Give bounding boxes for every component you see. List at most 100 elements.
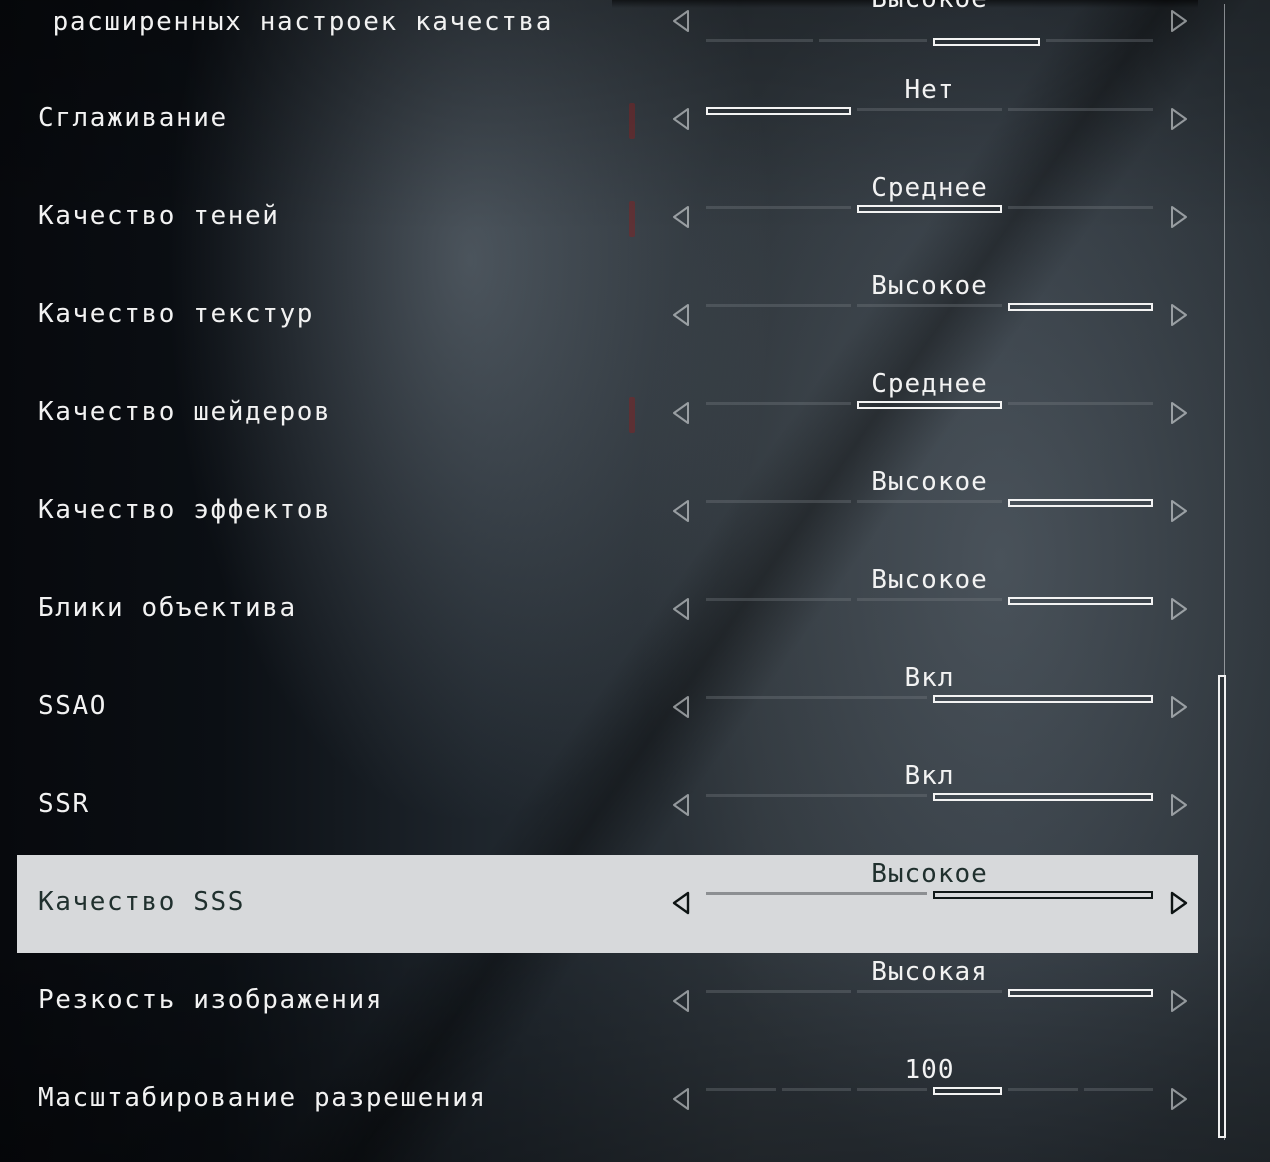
option-track	[706, 205, 1153, 213]
setting-value: Высокое	[871, 859, 988, 889]
setting-label: Качество теней	[38, 201, 280, 231]
option-segment	[706, 1088, 776, 1091]
triangle-right-icon[interactable]	[1167, 498, 1191, 524]
option-segment	[706, 39, 814, 42]
settings-list: Шаблон расширенных настроек качества Высо…	[0, 0, 1210, 1162]
option-segment	[1045, 39, 1153, 42]
option-segment	[706, 990, 851, 993]
option-segment	[781, 1088, 851, 1091]
option-segment	[857, 598, 1002, 601]
option-segment	[1008, 108, 1153, 111]
triangle-left-icon[interactable]	[669, 498, 693, 524]
option-segment	[706, 696, 927, 699]
option-segment	[1008, 1088, 1078, 1091]
setting-value: Среднее	[871, 173, 988, 203]
triangle-right-icon[interactable]	[1167, 792, 1191, 818]
triangle-left-icon[interactable]	[669, 400, 693, 426]
triangle-right-icon[interactable]	[1167, 106, 1191, 132]
triangle-left-icon[interactable]	[669, 106, 693, 132]
triangle-left-icon[interactable]	[669, 1086, 693, 1112]
setting-value: Высокое	[871, 271, 988, 301]
option-track	[706, 1087, 1153, 1095]
warning-icon	[629, 201, 635, 237]
option-segment	[1008, 206, 1153, 209]
setting-row[interactable]: Качество текстур Высокое	[17, 267, 1198, 365]
option-segment-selected	[932, 695, 1153, 703]
setting-label: SSAO	[38, 691, 108, 721]
option-track	[706, 499, 1153, 507]
warning-icon	[629, 103, 635, 139]
triangle-left-icon[interactable]	[669, 988, 693, 1014]
triangle-left-icon[interactable]	[669, 596, 693, 622]
setting-value: Вкл	[904, 761, 955, 791]
option-segment	[706, 598, 851, 601]
option-track	[706, 303, 1153, 311]
triangle-right-icon[interactable]	[1167, 204, 1191, 230]
scrollbar-thumb[interactable]	[1218, 675, 1226, 1138]
option-segment	[706, 500, 851, 503]
option-segment-selected	[857, 205, 1002, 213]
setting-row[interactable]: Шаблон расширенных настроек качества Высо…	[17, 0, 1198, 70]
setting-label: Блики объектива	[38, 593, 297, 623]
option-segment-selected	[857, 401, 1002, 409]
setting-row[interactable]: Блики объектива Высокое	[17, 561, 1198, 659]
setting-value: Высокая	[871, 957, 988, 987]
option-track	[706, 597, 1153, 605]
option-track	[706, 793, 1153, 801]
setting-label: Качество SSS	[38, 887, 246, 917]
setting-label: Качество шейдеров	[38, 397, 332, 427]
option-segment	[1008, 402, 1153, 405]
option-segment-selected	[932, 793, 1153, 801]
triangle-left-icon[interactable]	[669, 890, 693, 916]
triangle-right-icon[interactable]	[1167, 400, 1191, 426]
setting-value: 100	[904, 1055, 955, 1085]
option-segment-selected	[1008, 499, 1153, 507]
setting-value: Высокое	[871, 565, 988, 595]
setting-row[interactable]: Качество эффектов Высокое	[17, 463, 1198, 561]
triangle-right-icon[interactable]	[1167, 988, 1191, 1014]
triangle-right-icon[interactable]	[1167, 694, 1191, 720]
warning-icon	[629, 397, 635, 433]
option-track	[706, 401, 1153, 409]
option-segment-selected	[1008, 303, 1153, 311]
setting-label: Резкость изображения	[38, 985, 384, 1015]
triangle-left-icon[interactable]	[669, 792, 693, 818]
triangle-right-icon[interactable]	[1167, 8, 1191, 34]
setting-row[interactable]: Качество теней Среднее	[17, 169, 1198, 267]
setting-row[interactable]: Сглаживание Нет	[17, 71, 1198, 169]
setting-row[interactable]: Резкость изображения Высокая	[17, 953, 1198, 1051]
triangle-left-icon[interactable]	[669, 302, 693, 328]
triangle-right-icon[interactable]	[1167, 1086, 1191, 1112]
option-track	[706, 107, 1153, 115]
triangle-left-icon[interactable]	[669, 694, 693, 720]
option-segment	[706, 794, 927, 797]
option-segment	[857, 1088, 927, 1091]
setting-label: Качество текстур	[38, 299, 315, 329]
option-segment-selected	[932, 38, 1040, 46]
triangle-left-icon[interactable]	[669, 8, 693, 34]
option-segment	[1083, 1088, 1153, 1091]
setting-value: Нет	[904, 75, 955, 105]
option-segment	[819, 39, 927, 42]
option-segment	[706, 304, 851, 307]
setting-value: Высокое	[871, 467, 988, 497]
setting-row[interactable]: Качество шейдеров Среднее	[17, 365, 1198, 463]
triangle-right-icon[interactable]	[1167, 596, 1191, 622]
triangle-right-icon[interactable]	[1167, 302, 1191, 328]
setting-label: SSR	[38, 789, 90, 819]
triangle-right-icon[interactable]	[1167, 890, 1191, 916]
setting-label: Сглаживание	[38, 103, 228, 133]
option-track	[706, 695, 1153, 703]
option-segment-selected	[706, 107, 851, 115]
option-segment	[706, 892, 927, 895]
setting-row[interactable]: SSR Вкл	[17, 757, 1198, 855]
setting-label: Качество эффектов	[38, 495, 332, 525]
setting-value: Среднее	[871, 369, 988, 399]
option-segment-selected	[1008, 597, 1153, 605]
setting-row[interactable]: SSAO Вкл	[17, 659, 1198, 757]
setting-row[interactable]: Масштабирование разрешения 100	[17, 1051, 1198, 1149]
option-segment	[857, 304, 1002, 307]
triangle-left-icon[interactable]	[669, 204, 693, 230]
option-segment-selected	[932, 1087, 1002, 1095]
setting-row[interactable]: Качество SSS Высокое	[17, 855, 1198, 953]
